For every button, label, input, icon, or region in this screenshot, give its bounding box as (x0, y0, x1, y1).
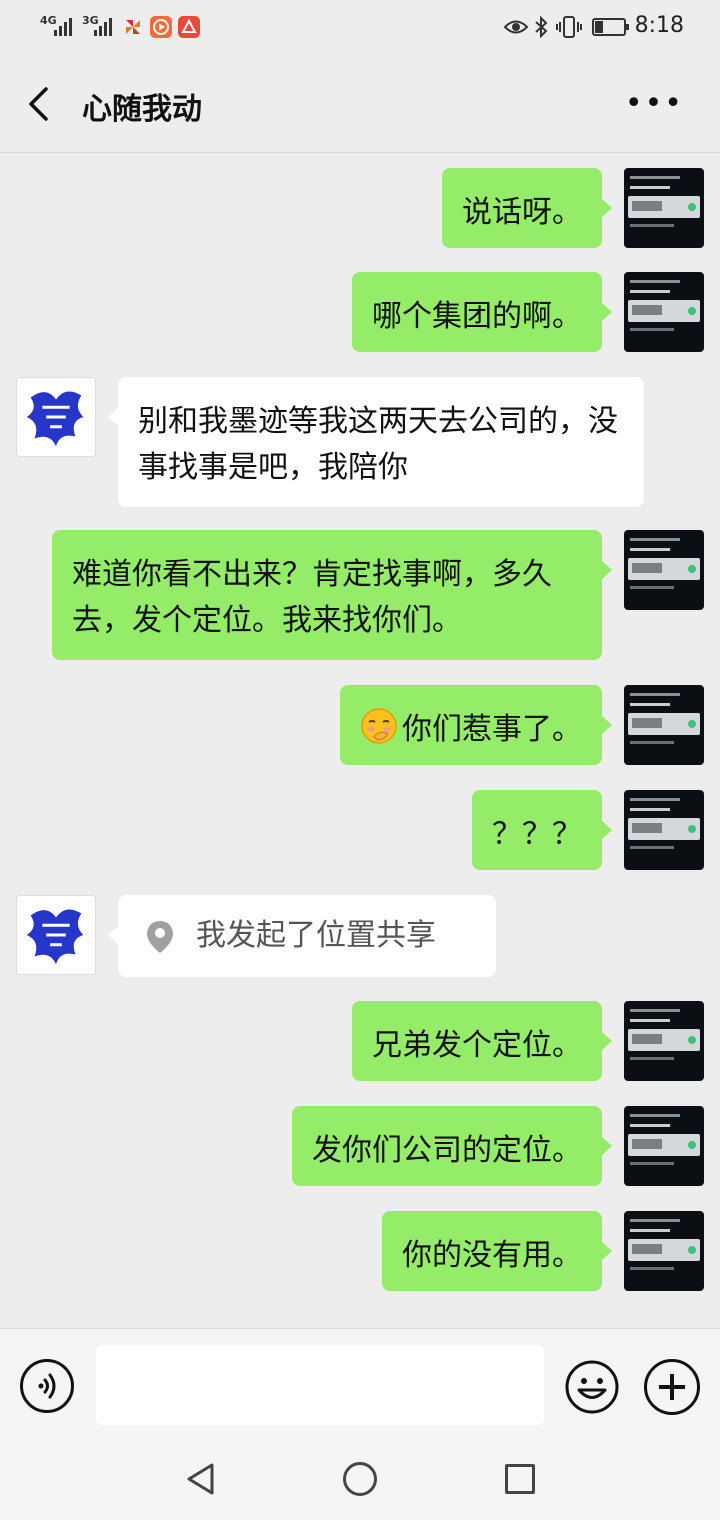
pinwheel-app-icon (122, 16, 144, 38)
message-row: 哪个集团的啊。 (0, 272, 720, 352)
video-app-icon (150, 16, 172, 38)
my-avatar[interactable] (624, 790, 704, 870)
message-text: 发你们公司的定位。 (312, 1133, 582, 1168)
message-row: 我发起了位置共享 (0, 895, 720, 977)
page-title: 心随我动 (82, 92, 202, 127)
my-avatar[interactable] (624, 168, 704, 248)
message-text: 说话呀。 (462, 195, 582, 230)
message-bubble[interactable]: ？？？ (472, 790, 612, 870)
home-icon[interactable] (343, 1462, 377, 1496)
message-input[interactable] (96, 1345, 544, 1425)
message-bubble[interactable]: 说话呀。 (442, 168, 612, 248)
message-row: 别和我墨迹等我这两天去公司的，没事找事是吧，我陪你 (0, 377, 720, 507)
message-text: 别和我墨迹等我这两天去公司的，没事找事是吧，我陪你 (138, 404, 618, 485)
my-avatar[interactable] (624, 685, 704, 765)
message-text: 你们惹事了。 (402, 712, 582, 747)
bluetooth-icon (534, 15, 548, 39)
message-row: 你的没有用。 (0, 1211, 720, 1291)
eye-comfort-icon (503, 18, 529, 36)
my-avatar[interactable] (624, 1106, 704, 1186)
location-pin-icon (144, 919, 176, 955)
clock: 8:18 (634, 13, 684, 38)
voice-icon[interactable] (20, 1359, 74, 1413)
message-row: 发你们公司的定位。 (0, 1106, 720, 1186)
contact-avatar[interactable] (16, 895, 96, 975)
message-bubble[interactable]: 你们惹事了。 (340, 685, 612, 765)
battery-icon (592, 18, 629, 36)
message-bubble[interactable]: 哪个集团的啊。 (352, 272, 612, 352)
back-icon[interactable] (184, 1462, 218, 1496)
app-notification-icon (178, 16, 200, 38)
message-text: ？？？ (492, 817, 582, 852)
status-bar: 4G 3G 8:18 (0, 0, 720, 56)
input-bar (0, 1328, 720, 1441)
message-row: 你们惹事了。 (0, 685, 720, 765)
message-bubble[interactable]: 你的没有用。 (382, 1211, 612, 1291)
vibrate-icon (556, 16, 582, 38)
contact-avatar[interactable] (16, 377, 96, 457)
plus-icon[interactable] (644, 1359, 700, 1415)
message-bubble[interactable]: 兄弟发个定位。 (352, 1001, 612, 1081)
my-avatar[interactable] (624, 1001, 704, 1081)
my-avatar[interactable] (624, 530, 704, 610)
message-text: 难道你看不出来？肯定找事啊，多久去，发个定位。我来找你们。 (72, 557, 552, 638)
message-bubble[interactable]: 发你们公司的定位。 (292, 1106, 612, 1186)
message-row: 难道你看不出来？肯定找事啊，多久去，发个定位。我来找你们。 (0, 530, 720, 660)
message-row: 说话呀。 (0, 168, 720, 248)
message-text: 哪个集团的啊。 (372, 299, 582, 334)
message-bubble[interactable]: 难道你看不出来？肯定找事啊，多久去，发个定位。我来找你们。 (52, 530, 612, 660)
system-navigation-bar (0, 1440, 720, 1520)
signal-icon (52, 16, 78, 36)
message-row: ？？？ (0, 790, 720, 870)
message-text: 你的没有用。 (402, 1238, 582, 1273)
location-share-bubble[interactable]: 我发起了位置共享 (108, 895, 496, 977)
my-avatar[interactable] (624, 1211, 704, 1291)
message-list[interactable]: 说话呀。 哪个集团的啊。 别和我墨迹等我这两天去公司的，没事找事是吧，我陪你 难… (0, 152, 720, 1328)
chat-header: 心随我动 ••• (0, 56, 720, 153)
more-options-button[interactable]: ••• (625, 86, 684, 121)
my-avatar[interactable] (624, 272, 704, 352)
message-bubble[interactable]: 别和我墨迹等我这两天去公司的，没事找事是吧，我陪你 (108, 377, 644, 507)
chevron-left-icon[interactable] (26, 86, 52, 122)
location-share-text: 我发起了位置共享 (196, 918, 436, 953)
signal-icon (92, 16, 118, 36)
message-row: 兄弟发个定位。 (0, 1001, 720, 1081)
message-text: 兄弟发个定位。 (372, 1028, 582, 1063)
emoji-icon[interactable] (564, 1359, 620, 1415)
recent-apps-icon[interactable] (505, 1464, 535, 1494)
face-with-hand-over-mouth-icon (360, 707, 398, 745)
